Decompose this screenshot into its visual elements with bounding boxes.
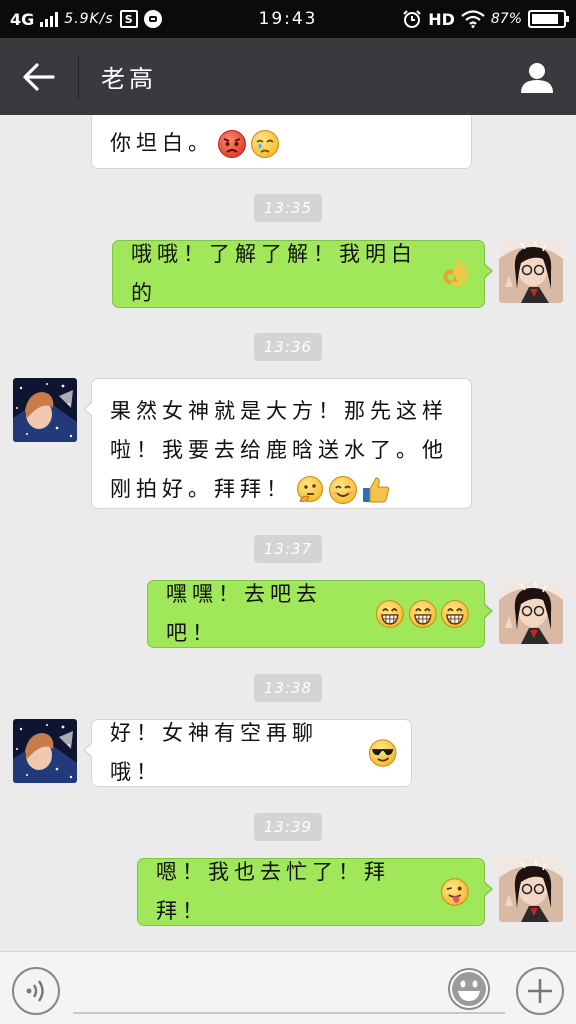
timestamp: 13:35 [254,194,322,222]
contact-avatar[interactable] [13,719,77,783]
status-bar: 4G 5.9K/s S 19:43 HD 87% [0,0,576,38]
battery-percent: 87% [490,11,522,27]
battery-icon [528,10,569,28]
grinning-face-icon [441,600,470,628]
message-text: 好！女神有空再聊哦！ [110,721,318,784]
emoji-picker-button[interactable] [447,967,491,1011]
more-options-button[interactable] [516,967,564,1015]
back-arrow-icon [23,62,55,91]
chat-notification-icon [143,10,162,28]
contact-avatar[interactable] [13,378,77,442]
message-bubble-incoming[interactable]: 你坦白。 [91,115,472,169]
smiley-icon [448,968,490,1010]
angry-face-icon [218,129,246,158]
contact-photo-icon [13,719,77,783]
header-divider [78,54,79,99]
timestamp: 13:39 [254,813,322,841]
user-photo-icon [499,239,563,303]
thinking-face-icon [297,475,323,502]
message-text: 你坦白。 [110,131,214,155]
network-type: 4G [10,9,35,29]
thumbs-up-icon [363,476,390,502]
message-list[interactable]: 你坦白。 13:35 哦哦！了解了解！我明白的 13:36 果然女神就是大方！那… [0,115,576,951]
message-text: 嗯！我也去忙了！拜拜！ [156,860,390,923]
my-avatar[interactable] [499,239,563,303]
sim-icon: S [119,10,138,28]
message-line: 果然女神就是大方！那先这样 [110,399,448,423]
message-bubble-outgoing[interactable]: 哦哦！了解了解！我明白的 [112,240,493,308]
smiling-face-icon [329,475,357,504]
message-input[interactable] [73,962,505,1014]
my-avatar[interactable] [499,858,563,922]
chat-title: 老高 [101,65,157,93]
message-line: 啦！我要去给鹿晗送水了。他 [110,438,448,462]
chat-header: 老高 [0,38,576,115]
message-text: 哦哦！了解了解！我明白的 [131,242,417,305]
timestamp: 13:37 [254,535,322,563]
user-photo-icon [499,580,563,644]
contact-photo-icon [13,378,77,442]
message-line-row: 刚拍好。拜拜！ [110,470,457,509]
ok-hand-icon [443,260,470,287]
message-bubble-incoming[interactable]: 果然女神就是大方！那先这样 啦！我要去给鹿晗送水了。他 刚拍好。拜拜！ [83,378,472,509]
signal-icon [40,11,59,27]
sunglasses-face-icon [368,739,397,767]
grinning-face-icon [408,600,437,628]
person-icon [521,62,553,93]
user-photo-icon [499,858,563,922]
wifi-icon [461,10,485,28]
voice-input-button[interactable] [12,967,60,1015]
timestamp: 13:36 [254,333,322,361]
message-bubble-outgoing[interactable]: 嗯！我也去忙了！拜拜！ [137,858,493,926]
chat-info-button[interactable] [498,38,576,115]
message-bubble-outgoing[interactable]: 嘿嘿！去吧去吧！ [147,580,493,648]
message-text: 嘿嘿！去吧去吧！ [166,582,322,645]
plus-icon [528,979,552,1003]
timestamp: 13:38 [254,674,322,702]
message-line: 刚拍好。拜拜！ [110,477,292,501]
grinning-face-icon [375,600,404,628]
winking-tongue-face-icon [441,878,470,906]
input-bar [0,951,576,1024]
hd-indicator: HD [428,9,455,29]
alarm-icon [403,10,421,28]
message-bubble-incoming[interactable]: 好！女神有空再聊哦！ [83,719,412,787]
back-button[interactable] [0,38,78,115]
crying-face-icon [251,129,279,158]
network-speed: 5.9K/s [64,11,114,27]
my-avatar[interactable] [499,580,563,644]
voice-icon [26,980,44,1002]
